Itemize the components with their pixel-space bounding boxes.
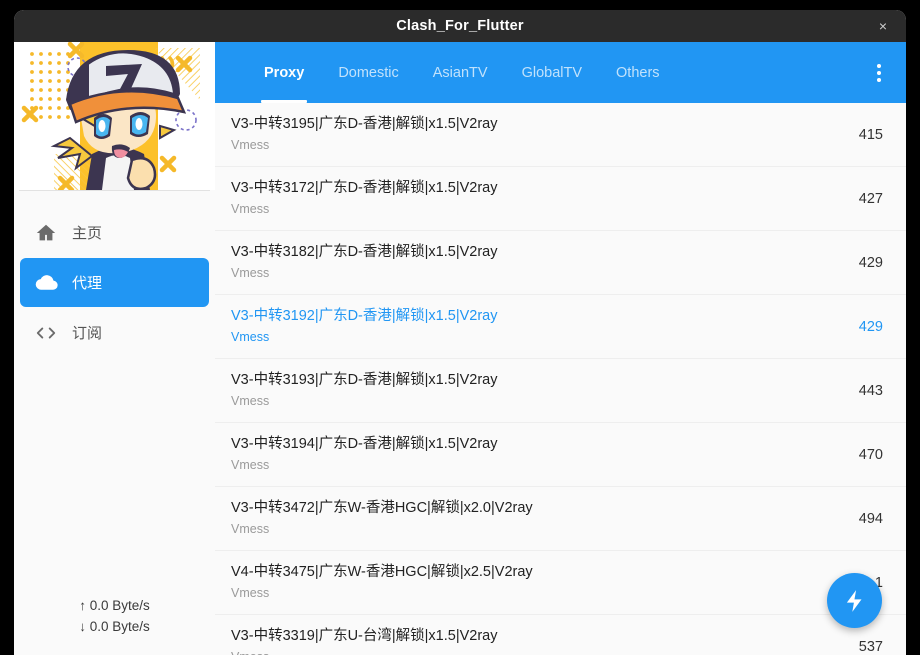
proxy-name: V3-中转3172|广东D-香港|解锁|x1.5|V2ray [231, 180, 498, 196]
proxy-delay: 429 [858, 318, 883, 335]
proxy-name: V3-中转3319|广东U-台湾|解锁|x1.5|V2ray [231, 628, 498, 644]
upload-speed: ↑ 0.0 Byte/s [79, 598, 150, 613]
tab-domestic[interactable]: Domestic [321, 42, 415, 103]
row-texts: V3-中转3194|广东D-香港|解锁|x1.5|V2ray Vmess [231, 435, 833, 474]
sidebar-item-home-label: 主页 [72, 225, 103, 242]
close-icon[interactable]: × [874, 17, 892, 35]
table-row[interactable]: V3-中转3195|广东D-香港|解锁|x1.5|V2ray Vmess 415 [215, 103, 906, 167]
proxy-type: Vmess [231, 202, 270, 216]
lightning-bolt-icon [846, 589, 861, 612]
code-brackets-icon [34, 321, 58, 345]
app-window: Clash_For_Flutter × 主页 代理 订阅 ↑ 0.0 Byte/… [14, 10, 906, 655]
row-texts: V3-中转3172|广东D-香港|解锁|x1.5|V2ray Vmess [231, 179, 833, 218]
row-texts: V3-中转3182|广东D-香港|解锁|x1.5|V2ray Vmess [231, 243, 833, 282]
proxy-type: Vmess [231, 458, 270, 472]
row-texts: V3-中转3192|广东D-香港|解锁|x1.5|V2ray Vmess [231, 307, 833, 346]
row-texts: V3-中转3472|广东W-香港HGC|解锁|x2.0|V2ray Vmess [231, 499, 833, 538]
proxy-delay: 427 [858, 190, 883, 207]
table-row[interactable]: V3-中转3319|广东U-台湾|解锁|x1.5|V2ray Vmess 537 [215, 615, 906, 655]
proxy-name: V3-中转3192|广东D-香港|解锁|x1.5|V2ray [231, 308, 498, 324]
title-bar: Clash_For_Flutter × [14, 10, 906, 42]
table-row[interactable]: V3-中转3172|广东D-香港|解锁|x1.5|V2ray Vmess 427 [215, 167, 906, 231]
row-texts: V4-中转3475|广东W-香港HGC|解锁|x2.5|V2ray Vmess [231, 563, 833, 602]
table-row[interactable]: V4-中转3475|广东W-香港HGC|解锁|x2.5|V2ray Vmess … [215, 551, 906, 615]
tab-proxy[interactable]: Proxy [247, 42, 321, 103]
proxy-delay: 415 [858, 126, 883, 143]
proxy-delay: 443 [858, 382, 883, 399]
row-texts: V3-中转3193|广东D-香港|解锁|x1.5|V2ray Vmess [231, 371, 833, 410]
home-icon [34, 221, 58, 245]
sidebar-item-subscription[interactable]: 订阅 [20, 308, 209, 357]
tab-asiantv[interactable]: AsianTV [416, 42, 505, 103]
tab-globaltv[interactable]: GlobalTV [505, 42, 599, 103]
proxy-type: Vmess [231, 266, 270, 280]
table-row[interactable]: V3-中转3472|广东W-香港HGC|解锁|x2.0|V2ray Vmess … [215, 487, 906, 551]
speed-indicator: ↑ 0.0 Byte/s ↓ 0.0 Byte/s [14, 595, 215, 655]
speed-test-fab[interactable] [827, 573, 882, 628]
sidebar-item-proxy-label: 代理 [72, 275, 103, 292]
proxy-delay: 470 [858, 446, 883, 463]
proxy-type: Vmess [231, 649, 833, 655]
sidebar-item-home[interactable]: 主页 [20, 208, 209, 257]
tab-bar: Proxy Domestic AsianTV GlobalTV Others [215, 42, 677, 103]
proxy-type: Vmess [231, 330, 270, 344]
app-bar: Proxy Domestic AsianTV GlobalTV Others [215, 42, 906, 103]
table-row[interactable]: V3-中转3194|广东D-香港|解锁|x1.5|V2ray Vmess 470 [215, 423, 906, 487]
proxy-delay: 429 [858, 254, 883, 271]
window-title: Clash_For_Flutter [396, 18, 524, 34]
proxy-name: V3-中转3472|广东W-香港HGC|解锁|x2.0|V2ray [231, 500, 533, 516]
proxy-name: V3-中转3193|广东D-香港|解锁|x1.5|V2ray [231, 372, 498, 388]
proxy-name: V3-中转3182|广东D-香港|解锁|x1.5|V2ray [231, 244, 498, 260]
cloud-icon [34, 271, 58, 295]
sidebar-item-subscription-label: 订阅 [72, 325, 103, 342]
sidebar: 主页 代理 订阅 ↑ 0.0 Byte/s ↓ 0.0 Byte/s [14, 42, 215, 655]
row-texts: V3-中转3319|广东U-台湾|解锁|x1.5|V2ray Vmess [231, 627, 833, 655]
row-texts: V3-中转3195|广东D-香港|解锁|x1.5|V2ray Vmess [231, 115, 833, 154]
main-panel: Proxy Domestic AsianTV GlobalTV Others V… [215, 42, 906, 655]
proxy-delay: 537 [858, 638, 883, 655]
proxy-type: Vmess [231, 138, 270, 152]
tab-others[interactable]: Others [599, 42, 677, 103]
more-vertical-icon[interactable] [862, 56, 896, 90]
proxy-type: Vmess [231, 522, 270, 536]
table-row[interactable]: V3-中转3193|广东D-香港|解锁|x1.5|V2ray Vmess 443 [215, 359, 906, 423]
sidebar-nav: 主页 代理 订阅 [14, 191, 215, 358]
proxy-type: Vmess [231, 394, 270, 408]
proxy-delay: 494 [858, 510, 883, 527]
avatar [14, 42, 215, 190]
table-row[interactable]: V3-中转3182|广东D-香港|解锁|x1.5|V2ray Vmess 429 [215, 231, 906, 295]
proxy-name: V4-中转3475|广东W-香港HGC|解锁|x2.5|V2ray [231, 564, 533, 580]
proxy-name: V3-中转3194|广东D-香港|解锁|x1.5|V2ray [231, 436, 498, 452]
sidebar-item-proxy[interactable]: 代理 [20, 258, 209, 307]
proxy-name: V3-中转3195|广东D-香港|解锁|x1.5|V2ray [231, 116, 498, 132]
proxy-list[interactable]: V3-中转3195|广东D-香港|解锁|x1.5|V2ray Vmess 415… [215, 103, 906, 655]
avatar-illustration [14, 42, 215, 190]
download-speed: ↓ 0.0 Byte/s [79, 619, 150, 634]
window-body: 主页 代理 订阅 ↑ 0.0 Byte/s ↓ 0.0 Byte/s Proxy… [14, 42, 906, 655]
table-row-selected[interactable]: V3-中转3192|广东D-香港|解锁|x1.5|V2ray Vmess 429 [215, 295, 906, 359]
proxy-type: Vmess [231, 586, 270, 600]
